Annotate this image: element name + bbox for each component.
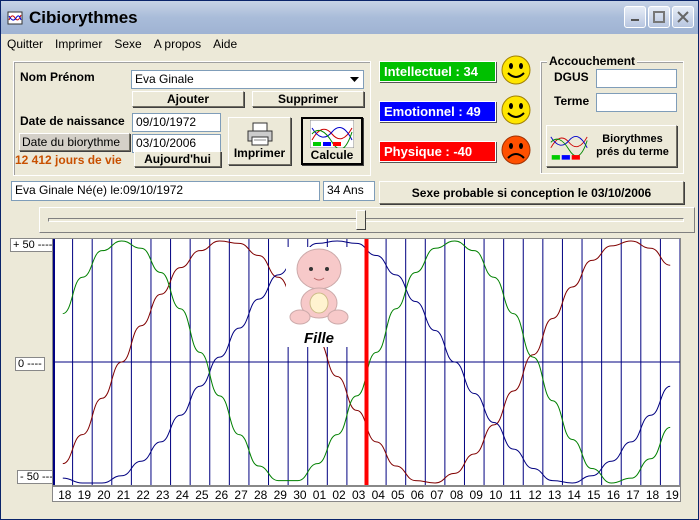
chart-svg [52,239,681,485]
age-field: 34 Ans [323,181,375,201]
baby-illustration: Fille [286,247,352,347]
baby-gender-label: Fille [303,330,334,347]
x-tick-label: 30 [293,488,307,502]
dgus-label: DGUS [554,70,589,84]
today-button[interactable]: Aujourd'hui [134,151,221,167]
x-tick-label: 13 [547,488,562,502]
chevron-down-icon[interactable] [347,72,362,87]
close-icon [677,11,689,23]
x-tick-label: 12 [528,488,542,502]
x-tick-label: 10 [489,488,503,502]
sad-face-icon [501,135,531,165]
slider-thumb[interactable] [356,210,366,230]
biorhythm-chart-icon [310,120,354,148]
bio-term-button[interactable]: Biorythmes prés du terme [546,125,677,167]
happy-face-icon [501,55,531,85]
app-icon [7,11,23,24]
minimize-button[interactable] [624,6,646,28]
x-tick-label: 21 [116,488,131,502]
slider-track [48,218,684,222]
x-tick-label: 03 [351,488,366,502]
minimize-icon [631,19,639,21]
y-tick-label-zero: 0 ---- [15,357,45,371]
birth-group-label: Accouchement [547,54,638,68]
name-label: Nom Prénom [20,70,95,84]
menu-sexe[interactable]: Sexe [108,37,147,51]
x-tick-label: 20 [97,488,111,502]
menu-bar: Quitter Imprimer Sexe A propos Aide [1,35,698,53]
x-tick-label: 22 [136,488,150,502]
x-tick-label: 05 [391,488,405,502]
x-tick-label: 15 [587,488,601,502]
calc-button-label: Calcule [310,148,354,162]
printer-icon [247,122,272,146]
calc-button[interactable]: Calcule [301,117,363,165]
biorhythm-chart: Fille [52,238,681,486]
x-tick-label: 09 [469,488,483,502]
x-tick-label: 27 [234,488,248,502]
x-tick-label: 19 [665,488,679,502]
bio-term-label-2: prés du terme [596,146,669,158]
maximize-icon [653,11,665,23]
term-label: Terme [554,94,590,108]
x-tick-label: 25 [195,488,209,502]
birth-date-field[interactable]: 09/10/1972 [132,113,221,132]
window-title: Cibiorythmes [29,7,138,27]
sex-probable-button[interactable]: Sexe probable si conception le 03/10/200… [379,181,684,204]
x-tick-label: 23 [156,488,170,502]
birth-date-label: Date de naissance [20,114,125,128]
x-tick-label: 24 [175,488,189,502]
menu-quitter[interactable]: Quitter [1,37,49,51]
menu-imprimer[interactable]: Imprimer [49,37,108,51]
close-button[interactable] [672,6,694,28]
x-tick-label: 16 [606,488,621,502]
x-axis: 18 19 20 21 22 23 24 25 26 27 28 29 30 01 02 03 04 05 06 07… [52,486,681,502]
emotional-status: Emotionnel : 49 [379,101,496,122]
x-tick-label: 28 [254,488,268,502]
x-tick-label: 04 [371,488,385,502]
x-tick-label: 19 [77,488,92,502]
x-tick-label: 26 [214,488,229,502]
x-tick-label: 14 [567,488,581,502]
main-window: Cibiorythmes Quitter Imprimer Sexe A pro… [0,0,699,520]
x-tick-label: 02 [332,488,346,502]
print-button-label: Imprimer [233,146,286,160]
add-button[interactable]: Ajouter [132,91,244,107]
x-tick-label: 11 [509,488,522,502]
x-tick-label: 08 [449,488,464,502]
maximize-button[interactable] [648,6,670,28]
name-select-value: Eva Ginale [135,72,194,86]
happy-face-icon [501,95,531,125]
biorhythm-chart-icon [550,136,588,160]
y-tick-label-top: + 50 ---- [10,238,56,252]
days-lived-text: 12 412 jours de vie [15,153,122,167]
x-tick-label: 18 [645,488,660,502]
term-field[interactable] [596,93,677,112]
intellectual-status: Intellectuel : 34 [379,61,496,82]
date-slider[interactable] [39,207,695,233]
dgus-field[interactable] [596,69,677,88]
physical-status: Physique : -40 [379,141,496,162]
bio-date-button[interactable]: Date du biorythme [19,133,130,151]
menu-a-propos[interactable]: A propos [148,37,207,51]
x-tick-label: 17 [626,488,640,502]
bio-term-label-1: Biorythmes [602,133,663,145]
delete-button[interactable]: Supprimer [252,91,364,107]
menu-aide[interactable]: Aide [207,37,243,51]
name-select[interactable]: Eva Ginale [131,70,364,89]
x-tick-label: 07 [430,488,444,502]
title-bar: Cibiorythmes [1,1,698,34]
x-tick-label: 18 [58,488,72,502]
x-tick-label: 29 [273,488,287,502]
x-tick-label: 06 [410,488,425,502]
print-button[interactable]: Imprimer [228,117,291,165]
x-tick-label: 01 [312,488,327,502]
baby-icon [289,248,349,325]
summary-field: Eva Ginale Né(e) le:09/10/1972 [11,181,320,201]
